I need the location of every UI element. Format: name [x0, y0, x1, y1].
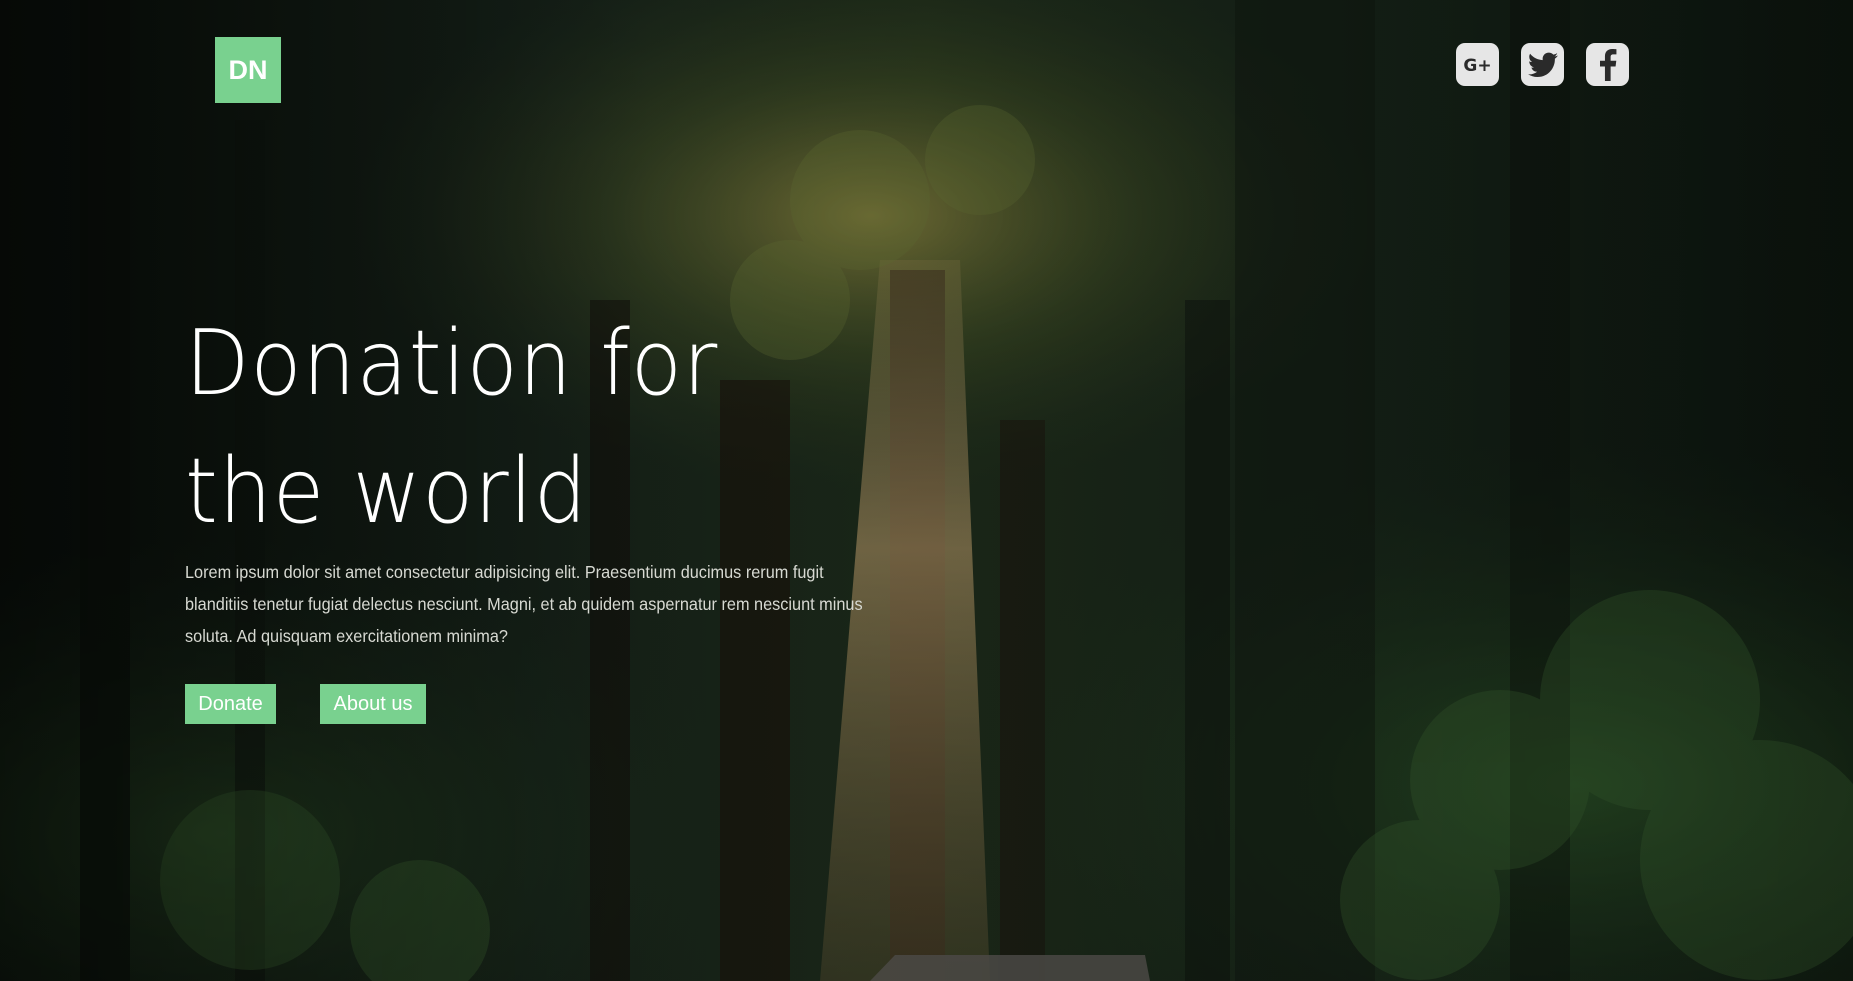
hero-title: Donation for the world	[185, 311, 719, 544]
about-us-button[interactable]: About us	[320, 684, 426, 724]
svg-text:G+: G+	[1463, 56, 1491, 76]
twitter-icon[interactable]	[1521, 43, 1564, 86]
facebook-icon[interactable]	[1586, 43, 1629, 86]
donate-button[interactable]: Donate	[185, 684, 276, 724]
brand-logo[interactable]: DN	[215, 37, 281, 103]
google-plus-icon[interactable]: G+	[1456, 43, 1499, 86]
social-links: G+	[1456, 43, 1629, 86]
hero-section: DN G+ Donation for the world Lorem ipsum…	[0, 0, 1853, 981]
hero-description: Lorem ipsum dolor sit amet consectetur a…	[185, 562, 863, 646]
